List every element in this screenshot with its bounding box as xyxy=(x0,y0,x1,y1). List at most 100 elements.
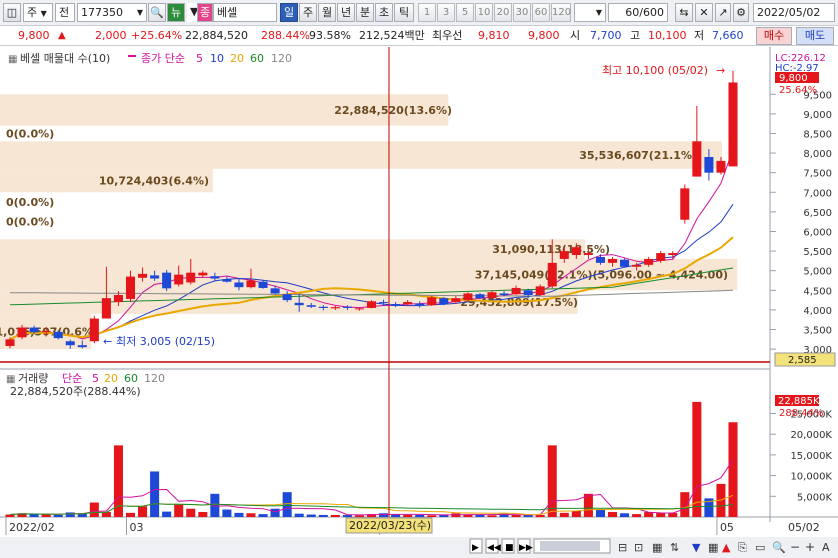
volume-ma20: 20 xyxy=(104,372,118,385)
stock-code-input[interactable]: 177350 ▼ xyxy=(77,3,147,22)
candle xyxy=(391,304,401,306)
volume-bar xyxy=(162,511,172,517)
sell-button[interactable]: 매도 xyxy=(796,27,834,45)
panel-menu-icon[interactable]: ▦ xyxy=(8,54,17,65)
volume-bar xyxy=(632,514,642,517)
dropdown-icon[interactable]: ▼ xyxy=(187,3,198,22)
interval-20[interactable]: 20 xyxy=(494,3,512,22)
stop-icon: ■ xyxy=(505,543,514,553)
candle xyxy=(318,306,328,308)
chart-type-icon[interactable]: ▭ xyxy=(755,541,765,554)
stock-name-field[interactable]: 베셀 xyxy=(213,3,277,22)
period-day[interactable]: 일 xyxy=(280,3,298,22)
volume-panel-menu-icon[interactable]: ▦ xyxy=(6,374,15,385)
volume-ratio: 288.44% xyxy=(261,29,310,42)
volume-pct-tag: 288.44% xyxy=(779,408,824,419)
volume-bar xyxy=(174,504,184,517)
sort-icon[interactable]: ⇅ xyxy=(670,541,679,554)
fit-icon[interactable]: ⊟ xyxy=(618,541,627,554)
volume-bar xyxy=(294,513,304,517)
period-year[interactable]: 년 xyxy=(337,3,355,22)
interval-1[interactable]: 1 xyxy=(418,3,436,22)
draw-icon[interactable]: ↗ xyxy=(715,3,731,22)
period-tick[interactable]: 틱 xyxy=(394,3,414,22)
zoom-icon[interactable]: 🔍 xyxy=(772,540,786,554)
new-badge[interactable]: 뉴 xyxy=(167,3,185,22)
price-tick-label: 5,500 xyxy=(803,247,832,258)
volume-profile-label: 10,724,403(6.4%) xyxy=(99,175,209,188)
interval-60[interactable]: 60 xyxy=(532,3,550,22)
candle xyxy=(294,302,304,306)
candle xyxy=(692,141,702,177)
blue-marker-icon[interactable]: ▼ xyxy=(692,541,701,554)
type-select[interactable]: 전 xyxy=(55,3,75,22)
x-axis-label: 03 xyxy=(130,521,144,534)
search-icon[interactable]: 🔍 xyxy=(148,3,166,22)
copy-icon[interactable]: ⎘ xyxy=(738,541,747,554)
open-label: 시 xyxy=(570,29,581,42)
text-tool-icon[interactable]: A xyxy=(822,541,830,554)
crosshair-icon[interactable]: ✕ xyxy=(695,3,713,22)
best-ask-label: 최우선 xyxy=(432,29,463,42)
interval-120[interactable]: 120 xyxy=(551,3,571,22)
candle xyxy=(210,276,220,279)
date-field[interactable]: 2022/05/02 xyxy=(753,3,835,22)
layout-icon[interactable]: ◫ xyxy=(3,3,21,22)
table-icon[interactable]: ▦ xyxy=(652,541,662,554)
interval-30[interactable]: 30 xyxy=(513,3,531,22)
interval-3[interactable]: 3 xyxy=(437,3,455,22)
candle xyxy=(174,274,184,285)
volume-bar xyxy=(89,502,99,517)
candle xyxy=(463,293,473,301)
price-chart[interactable]: 22,884,520(13.6%) 0(0.0%) 35,536,607(21.1%… xyxy=(0,47,838,558)
count-field[interactable]: 60/600 xyxy=(608,3,668,22)
buy-button[interactable]: 매수 xyxy=(756,27,792,45)
compare-icon[interactable]: ⇆ xyxy=(675,3,693,22)
interval-custom-input[interactable]: ▼ xyxy=(574,3,606,22)
candle xyxy=(571,247,581,256)
volume-bar xyxy=(222,509,232,517)
price-tick-label: 4,500 xyxy=(803,286,832,297)
cursor-date: 2022/03/23(수) xyxy=(349,519,431,532)
volume-profile-label: 22,884,520(13.6%) xyxy=(334,104,452,117)
quote-bar: 9,800 ▲ 2,000 +25.64% 22,884,520 288.44%… xyxy=(0,26,838,46)
interval-5[interactable]: 5 xyxy=(456,3,474,22)
volume-panel-title: 거래량 xyxy=(18,372,48,385)
zoom-out-icon[interactable]: − xyxy=(790,540,800,554)
candle xyxy=(113,295,123,303)
candle xyxy=(246,280,256,288)
volume-bar xyxy=(487,515,497,517)
min-annotation: 최저 3,005 (02/15) xyxy=(116,335,215,348)
candle xyxy=(583,253,593,256)
volume-bar xyxy=(559,512,569,517)
candle xyxy=(439,298,449,305)
candle xyxy=(451,298,461,303)
period-second[interactable]: 초 xyxy=(375,3,393,22)
volume-bar xyxy=(680,492,690,517)
candle xyxy=(258,281,268,288)
volume-bar xyxy=(595,509,605,517)
candle xyxy=(403,302,413,305)
ma60-label: 60 xyxy=(250,52,264,65)
interval-10[interactable]: 10 xyxy=(475,3,493,22)
window-icon[interactable]: ⊡ xyxy=(634,541,643,554)
market-select[interactable]: 주 ▼ xyxy=(23,3,53,22)
red-marker-icon[interactable]: ▲ xyxy=(722,541,731,554)
settings-icon[interactable]: ⚙ xyxy=(733,3,749,22)
volume-ma5: 5 xyxy=(92,372,99,385)
scroll-thumb[interactable] xyxy=(540,541,600,551)
period-week[interactable]: 주 xyxy=(299,3,317,22)
volume-bar xyxy=(258,514,268,517)
candle xyxy=(125,276,136,299)
candle xyxy=(656,253,666,261)
candle xyxy=(668,253,678,256)
volume-tick-label: 5,000K xyxy=(797,492,833,503)
rate-value: 93.58% xyxy=(309,29,351,42)
period-minute[interactable]: 분 xyxy=(356,3,374,22)
candle xyxy=(354,308,364,310)
zoom-in-icon[interactable]: + xyxy=(805,540,815,554)
period-month[interactable]: 월 xyxy=(318,3,336,22)
candle xyxy=(511,287,521,295)
up-arrow-icon: ▲ xyxy=(58,30,66,41)
grid-icon[interactable]: ▦ xyxy=(708,541,718,554)
